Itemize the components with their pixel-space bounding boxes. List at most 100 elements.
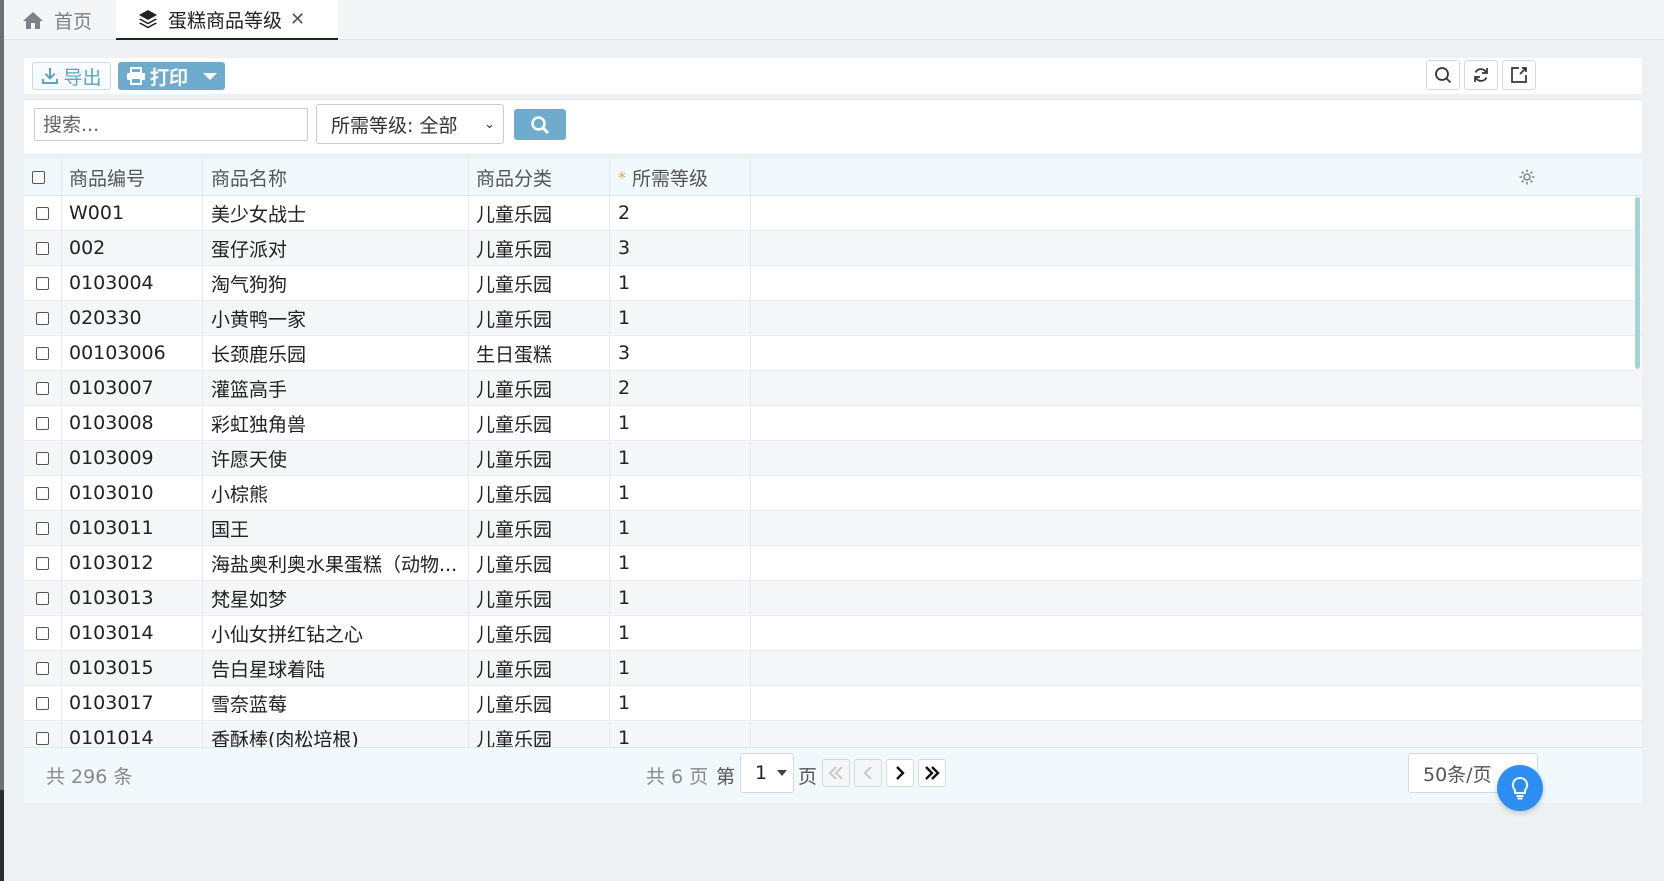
row-checkbox[interactable] bbox=[36, 231, 49, 265]
column-divider bbox=[61, 581, 62, 615]
export-label: 导出 bbox=[63, 66, 102, 89]
column-divider bbox=[468, 406, 469, 440]
column-header-name[interactable]: 商品名称 bbox=[211, 159, 287, 195]
search-input[interactable] bbox=[34, 108, 308, 141]
column-divider bbox=[202, 406, 203, 440]
column-divider bbox=[202, 686, 203, 720]
cell-code: 0103007 bbox=[69, 377, 154, 399]
row-checkbox[interactable] bbox=[36, 196, 49, 230]
row-checkbox[interactable] bbox=[36, 406, 49, 440]
table-row[interactable]: 0103010 小棕熊 儿童乐园 1 bbox=[24, 476, 1642, 511]
row-checkbox[interactable] bbox=[36, 581, 49, 615]
search-button[interactable] bbox=[514, 109, 566, 140]
column-header-level[interactable]: * 所需等级 bbox=[618, 159, 708, 195]
row-checkbox[interactable] bbox=[36, 651, 49, 685]
window-edge-dark bbox=[0, 790, 4, 881]
table-row[interactable]: 0103012 海盐奥利奥水果蛋糕（动物... 儿童乐园 1 bbox=[24, 546, 1642, 581]
row-checkbox[interactable] bbox=[36, 511, 49, 545]
cell-code: 002 bbox=[69, 237, 106, 259]
column-settings-button[interactable] bbox=[1518, 159, 1536, 195]
column-divider bbox=[750, 301, 751, 335]
row-checkbox[interactable] bbox=[36, 301, 49, 335]
row-checkbox[interactable] bbox=[36, 266, 49, 300]
tab-home[interactable]: 首页 bbox=[22, 0, 92, 40]
last-page-button[interactable] bbox=[918, 759, 946, 787]
cell-level: 1 bbox=[618, 447, 631, 469]
column-divider bbox=[750, 406, 751, 440]
cell-name: 美少女战士 bbox=[211, 203, 307, 226]
column-divider bbox=[202, 651, 203, 685]
page-prefix: 第 bbox=[716, 766, 736, 788]
print-button[interactable]: 打印 bbox=[118, 62, 225, 90]
cell-category: 儿童乐园 bbox=[476, 553, 553, 576]
table-row[interactable]: 0103004 淘气狗狗 儿童乐园 1 bbox=[24, 266, 1642, 301]
page-number-select[interactable]: 1 bbox=[740, 753, 794, 793]
table-row[interactable]: 0103007 灌篮高手 儿童乐园 2 bbox=[24, 371, 1642, 406]
cell-code: 020330 bbox=[69, 307, 142, 329]
scrollbar-thumb[interactable] bbox=[1635, 197, 1640, 369]
table-row[interactable]: 0103008 彩虹独角兽 儿童乐园 1 bbox=[24, 406, 1642, 441]
help-button[interactable] bbox=[1497, 765, 1543, 811]
cell-level: 3 bbox=[618, 237, 631, 259]
row-checkbox[interactable] bbox=[36, 371, 49, 405]
table-row[interactable]: 0103013 梵星如梦 儿童乐园 1 bbox=[24, 581, 1642, 616]
column-header-code[interactable]: 商品编号 bbox=[69, 159, 145, 195]
column-divider bbox=[468, 686, 469, 720]
search-icon bbox=[1435, 67, 1452, 84]
table-row[interactable]: 0103009 许愿天使 儿童乐园 1 bbox=[24, 441, 1642, 476]
next-page-button[interactable] bbox=[886, 759, 914, 787]
cell-code: 0103014 bbox=[69, 622, 154, 644]
refresh-button[interactable] bbox=[1464, 60, 1498, 90]
column-divider bbox=[468, 196, 469, 230]
tab-bar: 首页 蛋糕商品等级 ✕ bbox=[4, 0, 1664, 40]
column-divider bbox=[202, 441, 203, 475]
cell-name: 淘气狗狗 bbox=[211, 273, 288, 296]
row-checkbox[interactable] bbox=[36, 721, 49, 747]
export-button[interactable]: 导出 bbox=[32, 62, 111, 90]
column-divider bbox=[202, 266, 203, 300]
column-divider bbox=[750, 651, 751, 685]
level-filter-select[interactable]: 所需等级: 全部 ⌄ bbox=[316, 104, 504, 144]
chevron-down-icon[interactable] bbox=[203, 73, 217, 80]
first-page-button[interactable] bbox=[822, 759, 850, 787]
column-divider bbox=[609, 371, 610, 405]
column-divider bbox=[750, 231, 751, 265]
table-row[interactable]: 0101014 香酥棒(肉松培根) 儿童乐园 1 bbox=[24, 721, 1642, 747]
row-checkbox[interactable] bbox=[36, 546, 49, 580]
cell-level: 1 bbox=[618, 412, 631, 434]
table-row[interactable]: 0103015 告白星球着陆 儿童乐园 1 bbox=[24, 651, 1642, 686]
table-row[interactable]: W001 美少女战士 儿童乐园 2 bbox=[24, 196, 1642, 231]
table-row[interactable]: 002 蛋仔派对 儿童乐园 3 bbox=[24, 231, 1642, 266]
table-row[interactable]: 020330 小黄鸭一家 儿童乐园 1 bbox=[24, 301, 1642, 336]
cell-category: 儿童乐园 bbox=[476, 623, 553, 646]
column-header-category[interactable]: 商品分类 bbox=[476, 159, 552, 195]
table-row[interactable]: 0103011 国王 儿童乐园 1 bbox=[24, 511, 1642, 546]
table-search-button[interactable] bbox=[1426, 60, 1460, 90]
tab-cake-level[interactable]: 蛋糕商品等级 ✕ bbox=[116, 0, 338, 40]
column-divider bbox=[468, 581, 469, 615]
table-row[interactable]: 0103014 小仙女拼红钻之心 儿童乐园 1 bbox=[24, 616, 1642, 651]
cell-level: 2 bbox=[618, 377, 631, 399]
column-divider bbox=[61, 301, 62, 335]
row-checkbox[interactable] bbox=[36, 616, 49, 650]
double-chevron-right-icon bbox=[925, 766, 940, 780]
row-checkbox[interactable] bbox=[36, 686, 49, 720]
column-divider bbox=[609, 721, 610, 747]
column-divider bbox=[468, 441, 469, 475]
table-row[interactable]: 0103017 雪奈蓝莓 儿童乐园 1 bbox=[24, 686, 1642, 721]
prev-page-button[interactable] bbox=[854, 759, 882, 787]
cell-category: 儿童乐园 bbox=[476, 588, 553, 611]
export-window-button[interactable] bbox=[1502, 60, 1536, 90]
cell-level: 1 bbox=[618, 517, 631, 539]
cell-name: 小棕熊 bbox=[211, 483, 269, 506]
column-divider bbox=[202, 159, 203, 195]
row-checkbox[interactable] bbox=[36, 336, 49, 370]
table-row[interactable]: 00103006 长颈鹿乐园 生日蛋糕 3 bbox=[24, 336, 1642, 371]
close-icon[interactable]: ✕ bbox=[290, 9, 305, 30]
row-checkbox[interactable] bbox=[36, 441, 49, 475]
select-all-checkbox[interactable] bbox=[32, 159, 45, 195]
cell-name: 国王 bbox=[211, 518, 250, 541]
column-divider bbox=[750, 336, 751, 370]
column-divider bbox=[750, 159, 751, 195]
row-checkbox[interactable] bbox=[36, 476, 49, 510]
